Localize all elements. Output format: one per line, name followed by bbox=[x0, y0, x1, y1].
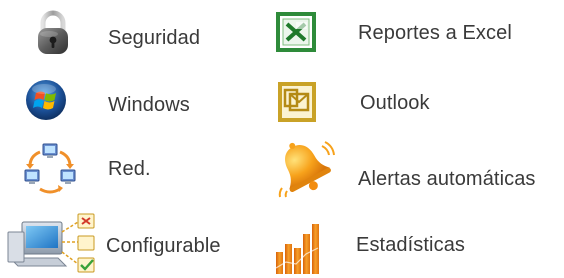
feature-windows: Windows bbox=[24, 78, 244, 128]
feature-label-windows: Windows bbox=[108, 94, 190, 116]
feature-label-configurable: Configurable bbox=[106, 235, 221, 257]
feature-excel: Reportes a Excel bbox=[274, 10, 554, 58]
feature-outlook: Outlook bbox=[276, 80, 476, 128]
outlook-icon bbox=[276, 80, 318, 124]
feature-label-outlook: Outlook bbox=[360, 92, 430, 114]
feature-label-seguridad: Seguridad bbox=[108, 27, 201, 49]
bar-chart-icon bbox=[272, 220, 324, 276]
feature-label-estadisticas: Estadísticas bbox=[356, 234, 466, 256]
excel-icon bbox=[274, 10, 318, 54]
feature-seguridad: Seguridad bbox=[36, 10, 236, 60]
feature-estadisticas: Estadísticas bbox=[272, 220, 512, 276]
computer-settings-icon bbox=[6, 208, 98, 274]
feature-red: Red. bbox=[20, 140, 220, 196]
padlock-icon bbox=[36, 10, 70, 56]
feature-configurable: Configurable bbox=[6, 208, 246, 274]
feature-label-alertas: Alertas automáticas bbox=[358, 168, 536, 190]
feature-alertas: Alertas automáticas bbox=[274, 138, 559, 198]
feature-label-red: Red. bbox=[108, 158, 151, 180]
network-icon bbox=[20, 140, 80, 196]
feature-label-excel: Reportes a Excel bbox=[358, 22, 512, 44]
bell-icon bbox=[274, 138, 336, 200]
windows-logo-icon bbox=[24, 78, 68, 122]
